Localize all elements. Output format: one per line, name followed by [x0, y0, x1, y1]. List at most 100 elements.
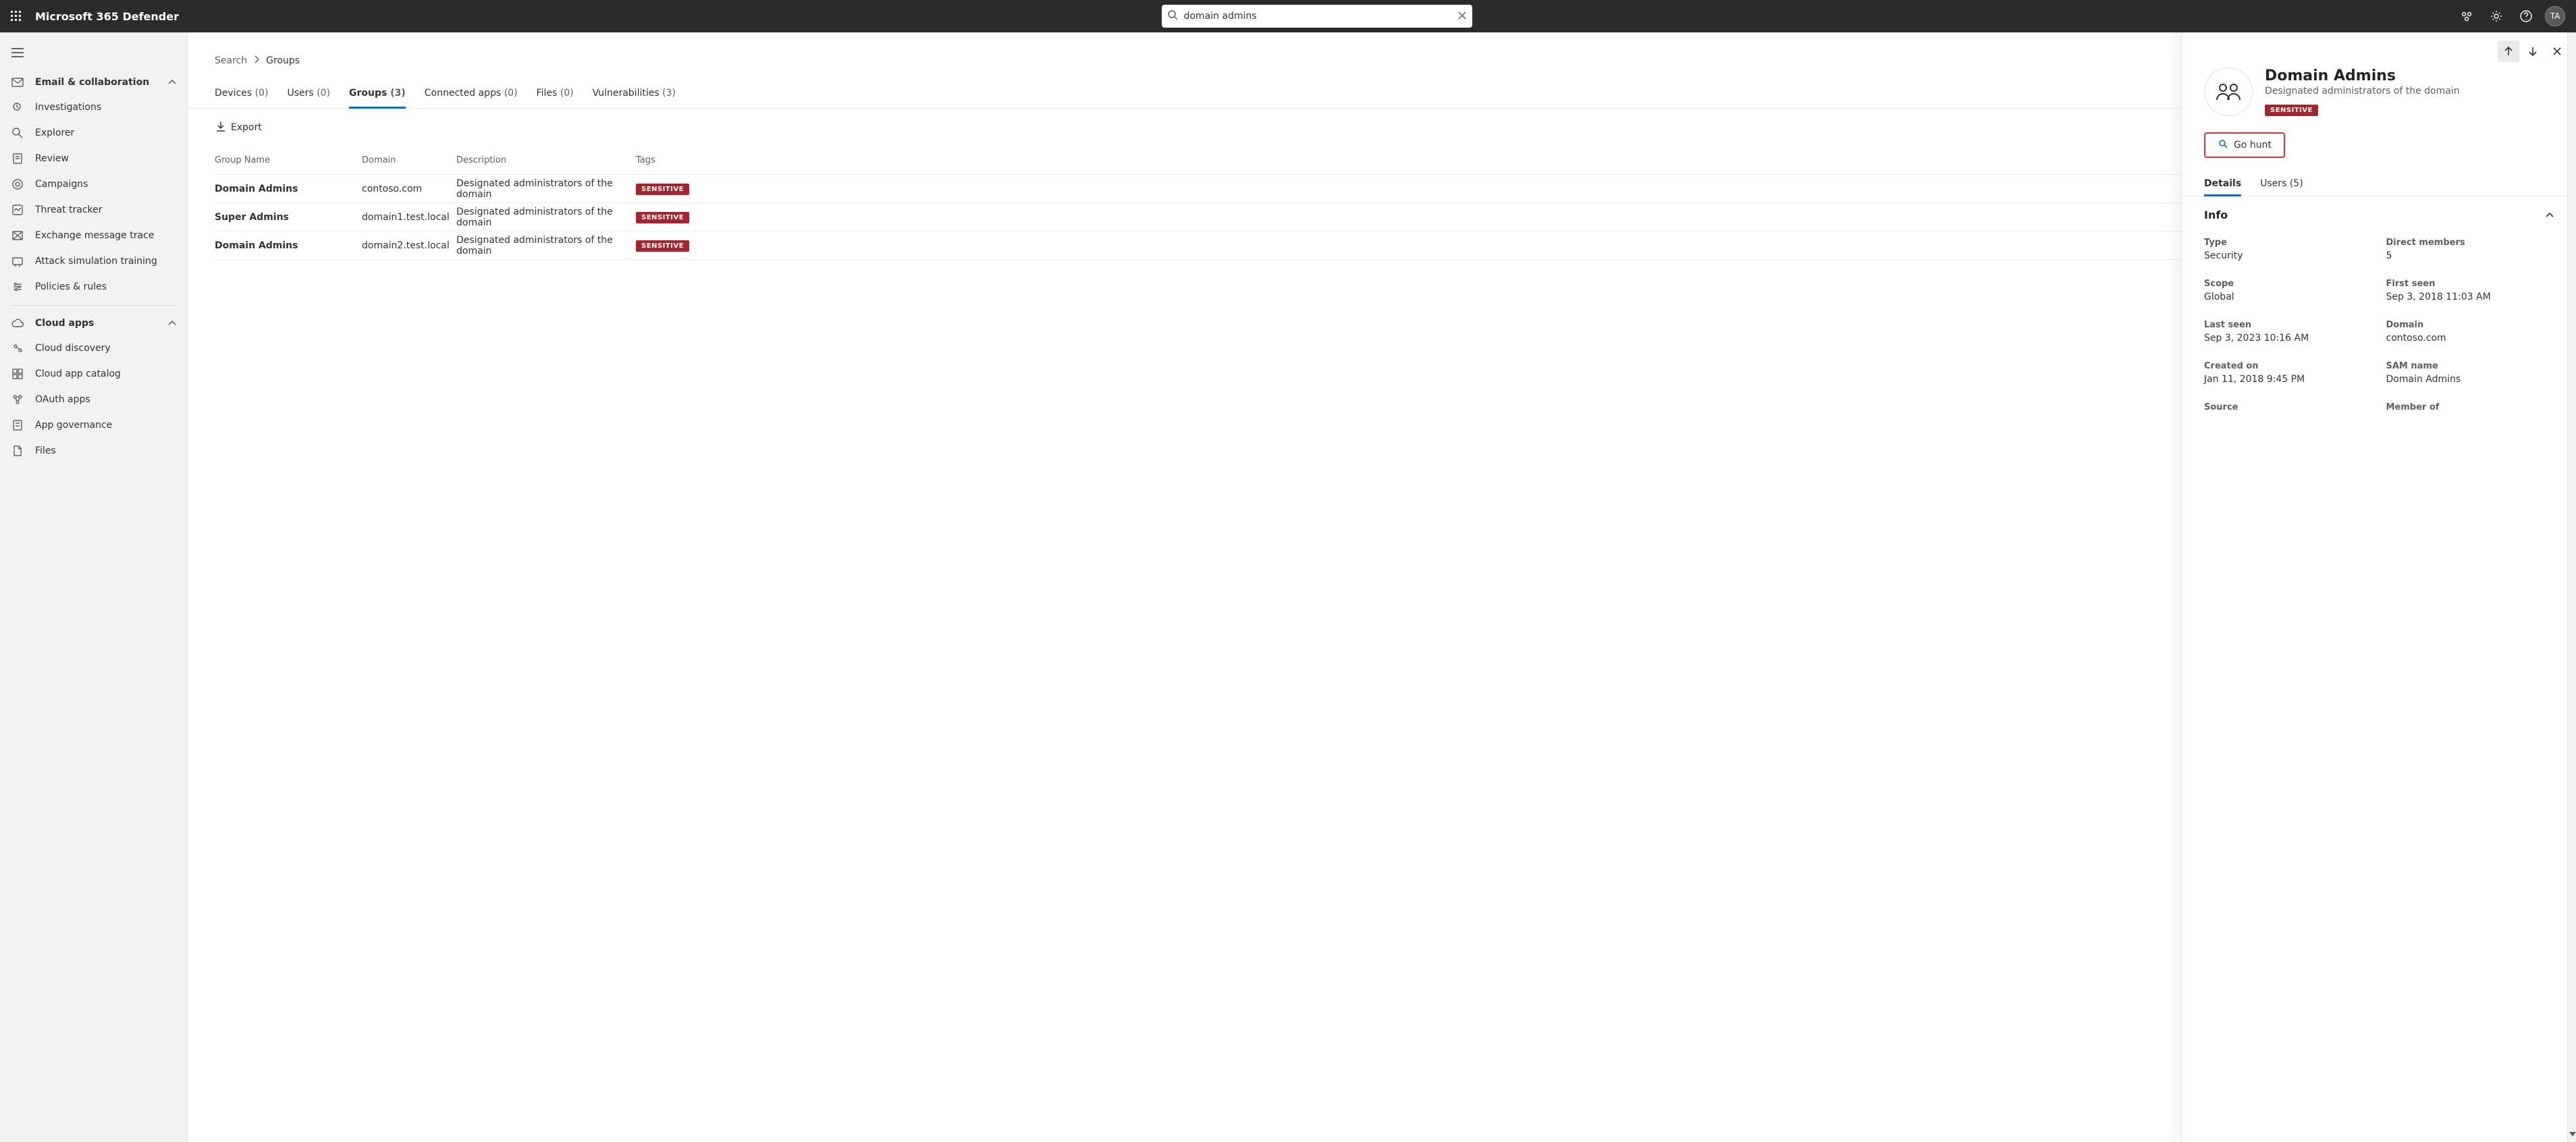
app-launcher-button[interactable]	[5, 5, 27, 27]
flyout-subtitle: Designated administrators of the domain	[2265, 86, 2460, 97]
nav-label: Attack simulation training	[35, 256, 157, 267]
investigations-icon	[11, 101, 24, 113]
cell-tags: SENSITIVE	[636, 240, 697, 252]
community-icon[interactable]	[2456, 5, 2477, 27]
main-content: Search Groups Devices (0) Users (0) Grou…	[188, 32, 2576, 1142]
info-section-header[interactable]: Info	[2204, 209, 2554, 227]
col-header-tags[interactable]: Tags	[636, 155, 697, 165]
group-icon	[2204, 67, 2253, 116]
nav-toggle-button[interactable]	[4, 39, 31, 66]
info-label: Member of	[2386, 402, 2555, 412]
tab-count: (0)	[255, 88, 269, 99]
oauth-icon	[11, 393, 24, 406]
nav-label: Policies & rules	[35, 281, 107, 292]
nav-label: Files	[35, 445, 56, 456]
tab-count: (0)	[560, 88, 574, 99]
chevron-up-icon	[2545, 209, 2554, 221]
sidebar-item-exchange-trace[interactable]: Exchange message trace	[0, 223, 187, 248]
tab-count: (0)	[317, 88, 330, 99]
tab-vulnerabilities[interactable]: Vulnerabilities (3)	[593, 78, 676, 108]
sidebar-item-review[interactable]: Review	[0, 146, 187, 171]
previous-item-button[interactable]	[2498, 40, 2519, 62]
sidebar-item-policies[interactable]: Policies & rules	[0, 274, 187, 300]
flyout-tab-users[interactable]: Users (5)	[2260, 171, 2303, 196]
flyout-tabs: Details Users (5)	[2182, 158, 2576, 196]
close-flyout-button[interactable]	[2546, 40, 2568, 62]
sidebar-item-campaigns[interactable]: Campaigns	[0, 171, 187, 197]
info-header-label: Info	[2204, 209, 2228, 221]
user-avatar[interactable]: TA	[2545, 6, 2565, 26]
sidebar-item-investigations[interactable]: Investigations	[0, 94, 187, 120]
info-value: Sep 3, 2023 10:16 AM	[2204, 333, 2373, 344]
tab-files[interactable]: Files (0)	[537, 78, 574, 108]
sensitive-tag: SENSITIVE	[636, 212, 689, 223]
cell-domain: domain2.test.local	[362, 240, 456, 251]
flyout-title: Domain Admins	[2265, 67, 2460, 84]
breadcrumb-current: Groups	[266, 55, 300, 66]
sidebar-item-app-governance[interactable]: App governance	[0, 412, 187, 438]
sidebar-item-oauth[interactable]: OAuth apps	[0, 387, 187, 412]
nav-section-label: Cloud apps	[35, 318, 94, 329]
sidebar-item-threat-tracker[interactable]: Threat tracker	[0, 197, 187, 223]
nav-label: Threat tracker	[35, 205, 103, 215]
sidebar-item-attack-sim[interactable]: Attack simulation training	[0, 248, 187, 274]
tab-users[interactable]: Users (0)	[287, 78, 330, 108]
col-header-name[interactable]: Group Name	[215, 155, 362, 165]
info-value: Sep 3, 2018 11:03 AM	[2386, 292, 2555, 302]
info-label: Domain	[2386, 320, 2555, 330]
tab-connected-apps[interactable]: Connected apps (0)	[425, 78, 518, 108]
clear-search-icon[interactable]	[1457, 10, 1467, 23]
info-label: Source	[2204, 402, 2373, 412]
scrollbar[interactable]	[2567, 32, 2576, 1142]
details-flyout: Domain Admins Designated administrators …	[2182, 32, 2576, 1142]
sidebar: Email & collaboration Investigations Exp…	[0, 32, 188, 1142]
flyout-actions	[2182, 32, 2576, 62]
threat-tracker-icon	[11, 204, 24, 216]
tab-devices[interactable]: Devices (0)	[215, 78, 268, 108]
col-header-domain[interactable]: Domain	[362, 155, 456, 165]
sidebar-item-explorer[interactable]: Explorer	[0, 120, 187, 146]
cell-desc: Designated administrators of the domain	[456, 178, 636, 200]
files-icon	[11, 445, 24, 457]
go-hunt-button[interactable]: Go hunt	[2204, 132, 2285, 158]
nav-label: Investigations	[35, 102, 101, 113]
tab-label: Connected apps	[425, 88, 501, 99]
info-label: First seen	[2386, 279, 2555, 289]
help-icon[interactable]	[2515, 5, 2537, 27]
mail-icon	[11, 78, 24, 87]
scroll-down-icon[interactable]	[2569, 1127, 2576, 1140]
info-value: Security	[2204, 250, 2373, 261]
info-label: Direct members	[2386, 238, 2555, 248]
flyout-tab-details[interactable]: Details	[2204, 171, 2241, 196]
nav-label: Cloud app catalog	[35, 369, 121, 379]
nav-label: Explorer	[35, 128, 74, 138]
tab-label: Devices	[215, 88, 252, 99]
sidebar-item-files[interactable]: Files	[0, 438, 187, 464]
cell-desc: Designated administrators of the domain	[456, 207, 636, 228]
sidebar-item-cloud-catalog[interactable]: Cloud app catalog	[0, 361, 187, 387]
breadcrumb-root[interactable]: Search	[215, 55, 247, 66]
chevron-up-icon	[168, 77, 176, 88]
nav-section-email-collab[interactable]: Email & collaboration	[0, 70, 187, 94]
info-first-seen: First seen Sep 3, 2018 11:03 AM	[2386, 279, 2555, 302]
tab-groups[interactable]: Groups (3)	[349, 78, 406, 108]
attack-sim-icon	[11, 255, 24, 267]
sidebar-item-cloud-discovery[interactable]: Cloud discovery	[0, 335, 187, 361]
cell-domain: domain1.test.local	[362, 212, 456, 223]
next-item-button[interactable]	[2522, 40, 2544, 62]
col-header-desc[interactable]: Description	[456, 155, 636, 165]
cell-tags: SENSITIVE	[636, 211, 697, 223]
settings-icon[interactable]	[2486, 5, 2507, 27]
info-label: Created on	[2204, 361, 2373, 371]
info-value: 5	[2386, 250, 2555, 261]
nav-label: OAuth apps	[35, 394, 90, 405]
nav-separator	[11, 305, 176, 306]
global-search-box[interactable]	[1162, 5, 1472, 28]
info-value: contoso.com	[2386, 333, 2555, 344]
cell-name: Domain Admins	[215, 184, 362, 194]
export-label: Export	[231, 122, 262, 133]
info-created-on: Created on Jan 11, 2018 9:45 PM	[2204, 361, 2373, 385]
search-input[interactable]	[1178, 11, 1457, 22]
export-button[interactable]: Export	[215, 117, 263, 138]
nav-section-cloud-apps[interactable]: Cloud apps	[0, 311, 187, 335]
